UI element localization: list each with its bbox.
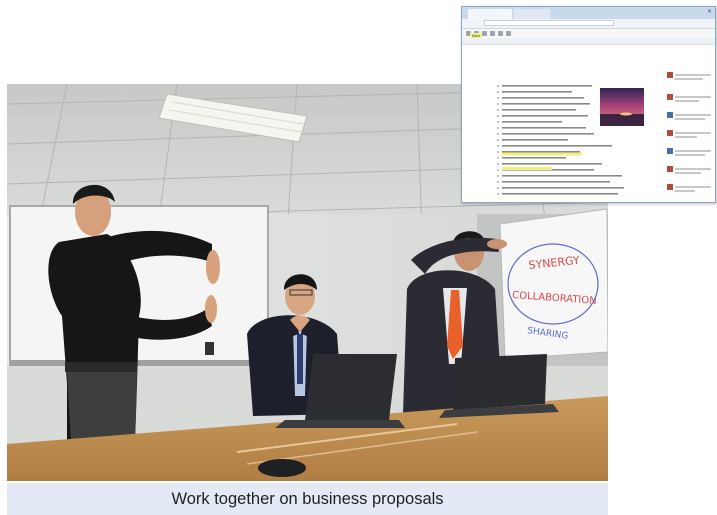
avatar [667,148,673,154]
caption: Work together on business proposals [7,483,608,515]
comment-item[interactable] [667,129,713,141]
comment-item[interactable] [667,71,713,83]
avatar [667,166,673,172]
avatar [667,94,673,100]
sunset-image[interactable] [600,88,644,126]
avatar [667,184,673,190]
comment-item[interactable] [667,165,713,177]
comment-item[interactable] [667,93,713,105]
avatar [667,130,673,136]
flip-chart: SYNERGY COLLABORATION SHARING [499,208,608,360]
document-editor-screenshot: ✕ Intro [461,6,716,203]
avatar [667,112,673,118]
comment-item[interactable] [667,111,713,123]
avatar [667,72,673,78]
comment-item[interactable] [667,147,713,159]
comment-item[interactable] [667,183,713,195]
comments-sidebar [667,71,713,201]
conference-phone [258,459,306,477]
laptop-right [439,354,559,418]
